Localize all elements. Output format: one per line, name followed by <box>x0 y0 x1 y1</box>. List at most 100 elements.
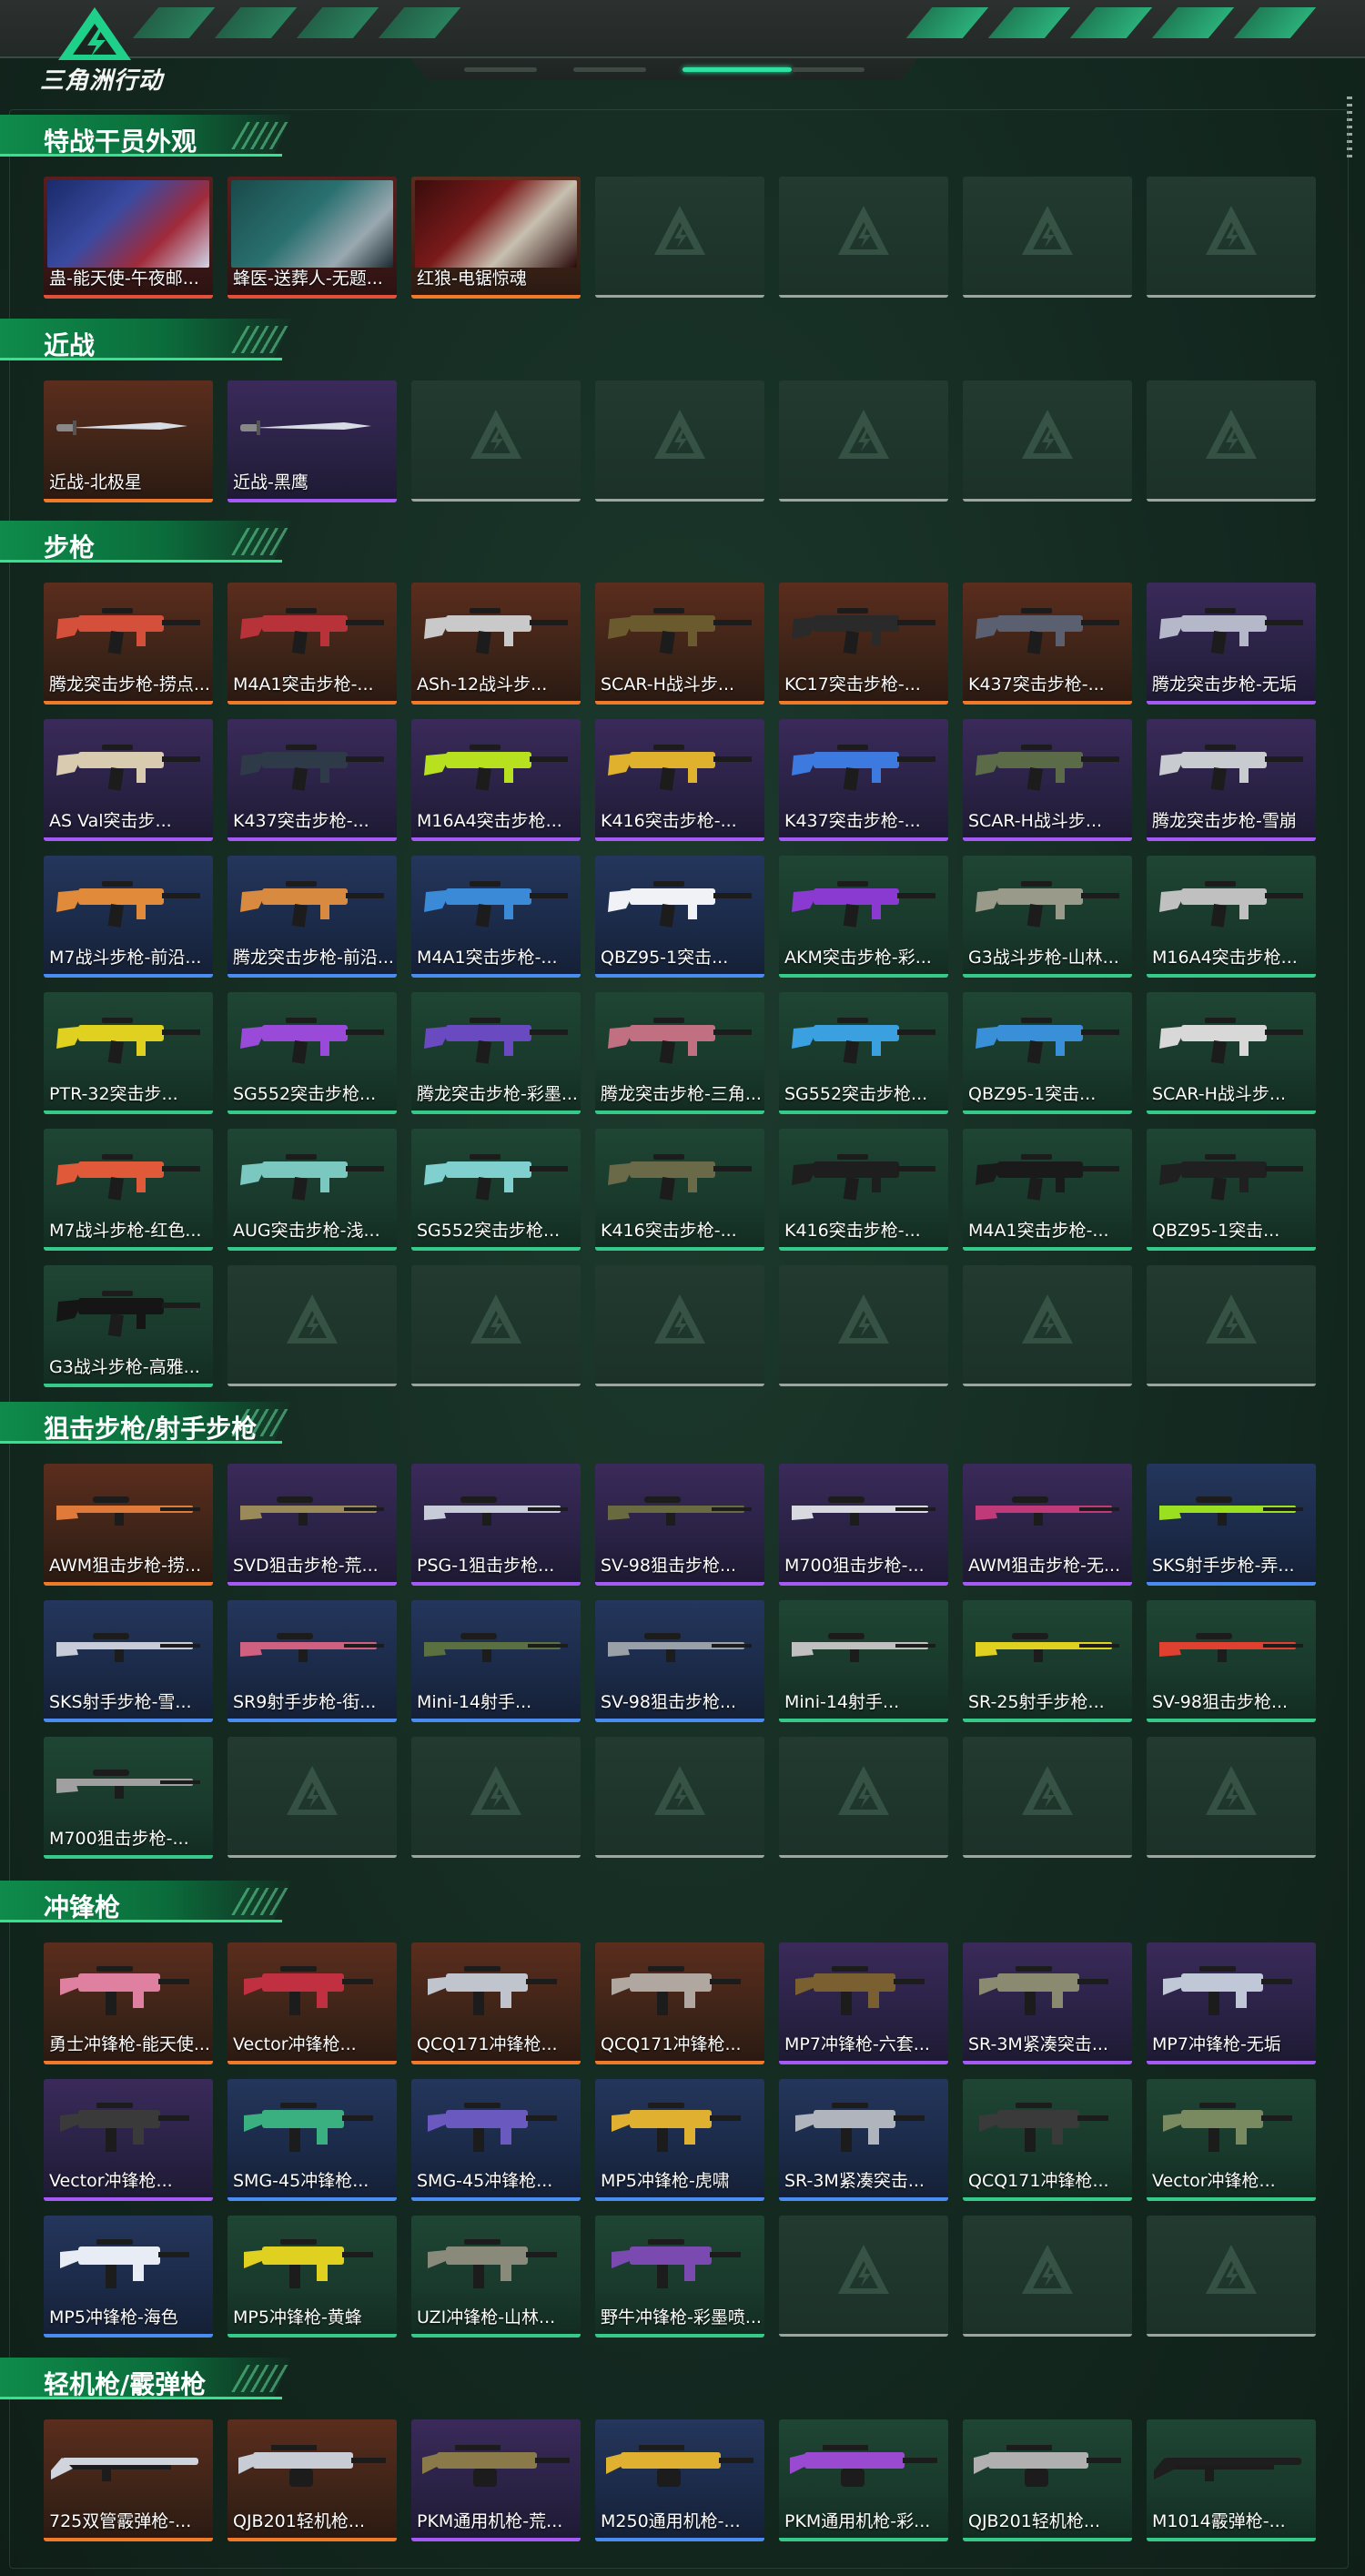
skin-card[interactable]: 腾龙突击步枪-三角... <box>595 992 764 1114</box>
skin-card[interactable]: 蛊-能天使-午夜邮... <box>44 177 213 299</box>
skin-card[interactable]: SMG-45冲锋枪... <box>411 2079 581 2201</box>
skin-card[interactable]: SR-3M紧凑突击... <box>779 2079 948 2201</box>
skin-card[interactable]: SG552突击步枪... <box>228 992 397 1114</box>
skin-card[interactable]: QCQ171冲锋枪... <box>963 2079 1132 2201</box>
weapon-image <box>795 1966 925 2015</box>
skin-card[interactable]: AWM狙击步枪-捞... <box>44 1464 213 1586</box>
skin-card[interactable]: SVD狙击步枪-荒... <box>228 1464 397 1586</box>
skin-card[interactable]: M4A1突击步枪-... <box>963 1129 1132 1251</box>
skin-card[interactable]: M7战斗步枪-前沿... <box>44 856 213 978</box>
skin-card[interactable]: 蜂医-送葬人-无题... <box>228 177 397 299</box>
skin-card[interactable]: G3战斗步枪-高雅... <box>44 1265 213 1387</box>
skin-card[interactable]: SR-25射手步枪... <box>963 1600 1132 1722</box>
skin-card[interactable]: K437突击步枪-... <box>228 719 397 841</box>
skin-card[interactable]: SKS射手步枪-弄... <box>1147 1464 1316 1586</box>
skin-card[interactable]: PSG-1狙击步枪... <box>411 1464 581 1586</box>
skin-card[interactable]: Mini-14射手... <box>411 1600 581 1722</box>
skin-card[interactable]: 腾龙突击步枪-前沿... <box>228 856 397 978</box>
skin-card[interactable]: M700狙击步枪-... <box>779 1464 948 1586</box>
skin-card[interactable]: SMG-45冲锋枪... <box>228 2079 397 2201</box>
skin-card[interactable]: ASh-12战斗步... <box>411 583 581 705</box>
skin-card[interactable]: 近战-黑鹰 <box>228 380 397 502</box>
skin-card[interactable]: M4A1突击步枪-... <box>228 583 397 705</box>
skin-card-label: MP5冲锋枪-黄蜂 <box>233 2307 362 2328</box>
skin-card[interactable]: SG552突击步枪... <box>411 1129 581 1251</box>
skin-card[interactable]: 近战-北极星 <box>44 380 213 502</box>
skin-card[interactable]: AUG突击步枪-浅... <box>228 1129 397 1251</box>
weapon-image <box>244 1966 373 2015</box>
page-dot[interactable] <box>464 67 537 72</box>
page-dot[interactable] <box>573 67 646 72</box>
skin-card[interactable]: SV-98狙击步枪... <box>595 1600 764 1722</box>
section-header: 步枪 <box>0 521 300 563</box>
skin-card[interactable]: K416突击步枪-... <box>779 1129 948 1251</box>
skin-card[interactable]: AWM狙击步枪-无... <box>963 1464 1132 1586</box>
skin-card[interactable]: SR-3M紧凑突击... <box>963 1942 1132 2064</box>
skin-card[interactable]: Vector冲锋枪... <box>228 1942 397 2064</box>
skin-card[interactable]: AKM突击步枪-彩... <box>779 856 948 978</box>
page-dot[interactable] <box>792 67 864 72</box>
skin-card[interactable]: SG552突击步枪... <box>779 992 948 1114</box>
page-dot[interactable] <box>682 67 792 72</box>
skin-card[interactable]: M250通用机枪-... <box>595 2419 764 2541</box>
skin-card[interactable]: M700狙击步枪-... <box>44 1737 213 1859</box>
skin-card[interactable]: 腾龙突击步枪-无垢 <box>1147 583 1316 705</box>
skin-card[interactable]: 红狼-电锯惊魂 <box>411 177 581 299</box>
skin-card[interactable]: Vector冲锋枪... <box>44 2079 213 2201</box>
skin-card[interactable]: PKM通用机枪-荒... <box>411 2419 581 2541</box>
skin-card[interactable]: SV-98狙击步枪... <box>1147 1600 1316 1722</box>
skin-card[interactable]: M7战斗步枪-红色... <box>44 1129 213 1251</box>
skin-card[interactable]: 725双管霰弹枪-... <box>44 2419 213 2541</box>
skin-card[interactable]: AS Val突击步... <box>44 719 213 841</box>
skin-card[interactable]: M16A4突击步枪... <box>1147 856 1316 978</box>
skin-card-label: M16A4突击步枪... <box>1152 948 1298 968</box>
skin-card[interactable]: PTR-32突击步... <box>44 992 213 1114</box>
skin-card-label: SCAR-H战斗步... <box>601 674 735 695</box>
skin-card[interactable]: 腾龙突击步枪-雪崩 <box>1147 719 1316 841</box>
skin-card[interactable]: PKM通用机枪-彩... <box>779 2419 948 2541</box>
skin-card[interactable]: SCAR-H战斗步... <box>1147 992 1316 1114</box>
skin-card[interactable]: K416突击步枪-... <box>595 1129 764 1251</box>
skin-card[interactable]: QBZ95-1突击... <box>595 856 764 978</box>
skin-card[interactable]: KC17突击步枪-... <box>779 583 948 705</box>
skin-card-label: SR9射手步枪-街... <box>233 1692 377 1712</box>
skin-card[interactable]: K437突击步枪-... <box>963 583 1132 705</box>
skin-card[interactable]: QBZ95-1突击... <box>963 992 1132 1114</box>
skin-card[interactable]: 腾龙突击步枪-捞点... <box>44 583 213 705</box>
skin-card[interactable]: SR9射手步枪-街... <box>228 1600 397 1722</box>
skin-card[interactable]: QCQ171冲锋枪... <box>595 1942 764 2064</box>
weapon-image <box>240 745 384 791</box>
skin-card[interactable]: QJB201轻机枪... <box>963 2419 1132 2541</box>
skin-card[interactable]: MP5冲锋枪-海色 <box>44 2216 213 2338</box>
skin-card[interactable]: QCQ171冲锋枪... <box>411 1942 581 2064</box>
skin-card[interactable]: 腾龙突击步枪-彩墨... <box>411 992 581 1114</box>
skin-card[interactable]: QJB201轻机枪... <box>228 2419 397 2541</box>
skin-card[interactable]: MP5冲锋枪-虎啸 <box>595 2079 764 2201</box>
skin-card[interactable]: 野牛冲锋枪-彩墨喷... <box>595 2216 764 2338</box>
skin-card[interactable]: SCAR-H战斗步... <box>595 583 764 705</box>
skin-card[interactable]: MP7冲锋枪-无垢 <box>1147 1942 1316 2064</box>
skin-card[interactable]: G3战斗步枪-山林... <box>963 856 1132 978</box>
skin-card[interactable]: Vector冲锋枪... <box>1147 2079 1316 2201</box>
scrollbar-handle[interactable] <box>1347 96 1352 162</box>
skin-card[interactable]: M1014霰弹枪-... <box>1147 2419 1316 2541</box>
skin-card[interactable]: QBZ95-1突击... <box>1147 1129 1316 1251</box>
skin-card[interactable]: K416突击步枪-... <box>595 719 764 841</box>
skin-card[interactable]: K437突击步枪-... <box>779 719 948 841</box>
skin-card-label: M16A4突击步枪... <box>417 811 562 831</box>
skin-card[interactable]: MP7冲锋枪-六套... <box>779 1942 948 2064</box>
skin-card[interactable]: SCAR-H战斗步... <box>963 719 1132 841</box>
skin-card[interactable]: M4A1突击步枪-... <box>411 856 581 978</box>
weapon-image <box>792 1154 935 1201</box>
skin-card[interactable]: UZI冲锋枪-山林... <box>411 2216 581 2338</box>
skin-card[interactable]: MP5冲锋枪-黄蜂 <box>228 2216 397 2338</box>
skin-card[interactable]: M16A4突击步枪... <box>411 719 581 841</box>
empty-item-slot <box>595 1737 764 1858</box>
skin-card[interactable]: SV-98狙击步枪... <box>595 1464 764 1586</box>
skin-card-label: 蛊-能天使-午夜邮... <box>49 269 199 289</box>
skin-card-label: SR-3M紧凑突击... <box>784 2171 925 2191</box>
skin-card[interactable]: 勇士冲锋枪-能天使... <box>44 1942 213 2064</box>
skin-card[interactable]: SKS射手步枪-雪... <box>44 1600 213 1722</box>
skin-card[interactable]: Mini-14射手... <box>779 1600 948 1722</box>
weapon-image <box>56 745 200 791</box>
